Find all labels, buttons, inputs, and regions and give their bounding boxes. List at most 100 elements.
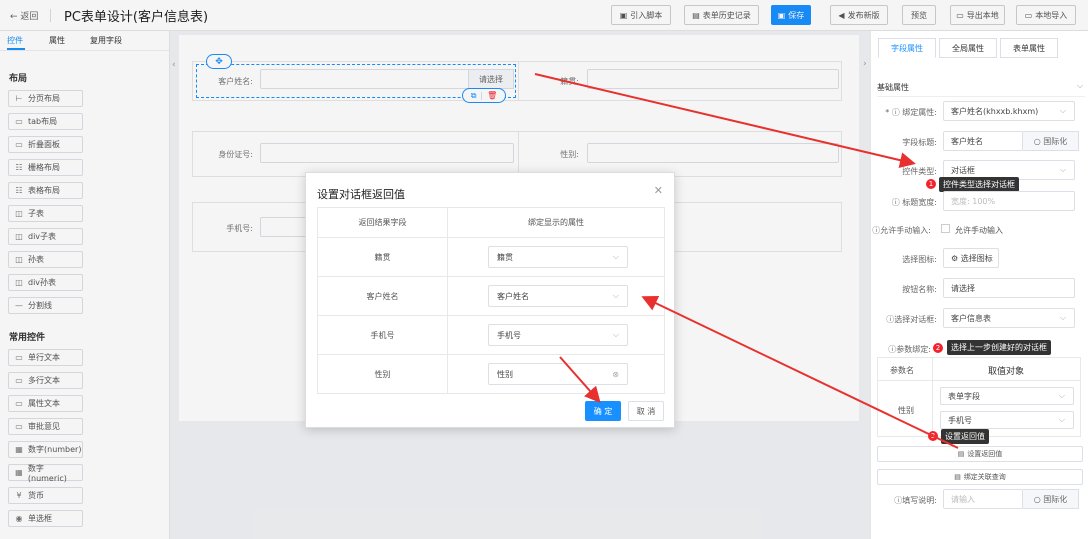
- select-button[interactable]: 请选择: [468, 69, 514, 89]
- clear-icon[interactable]: ⊗: [612, 370, 619, 379]
- layout-item-div-grandchild[interactable]: ◫ div孙表: [8, 274, 83, 291]
- divider-icon: —: [15, 301, 23, 310]
- layout-item-divider[interactable]: — 分割线: [8, 297, 83, 314]
- allow-input-label: ⓘ允许手动输入:: [872, 226, 931, 235]
- top-bar: ← 返回 PC表单设计(客户信息表) ▣ 引入脚本 ▤ 表单历史记录 ▣ 保存 ◀ 发布…: [0, 0, 1088, 31]
- gender-input[interactable]: [587, 143, 839, 163]
- select-icon-button[interactable]: ⚙ 选择图标: [943, 248, 999, 268]
- fill-desc-input[interactable]: 请输入: [943, 489, 1023, 509]
- publish-button[interactable]: ◀ 发布新版: [830, 5, 888, 25]
- bind-select[interactable]: 性别 ⊗: [488, 363, 628, 385]
- layout-item-div-subtable[interactable]: ◫ div子表: [8, 228, 83, 245]
- i18n-button[interactable]: ○ 国际化: [1023, 131, 1079, 151]
- export-button[interactable]: ▭ 导出本地: [950, 5, 1005, 25]
- step-badge: 1: [926, 179, 936, 189]
- layout-item-tab[interactable]: ▭ tab布局: [8, 113, 83, 130]
- layout-item-grandchild[interactable]: ◫ 孙表: [8, 251, 83, 268]
- save-button[interactable]: ▣ 保存: [771, 5, 811, 25]
- layout-item-collapse[interactable]: ▭ 折叠面板: [8, 136, 83, 153]
- confirm-button[interactable]: 确 定: [585, 401, 621, 421]
- collapse-left-icon[interactable]: ‹: [172, 60, 176, 70]
- folder-icon: ▭: [956, 10, 964, 20]
- bind-query-button[interactable]: ▤ 绑定关联查询: [877, 469, 1083, 485]
- active-tab-indicator: [7, 48, 25, 50]
- field-toolbar: ⧉ | 🗑: [462, 88, 506, 103]
- table-row: 手机号 手机号 ⌵: [317, 315, 665, 355]
- param-source-select[interactable]: 表单字段 ⌵: [940, 387, 1074, 405]
- list-icon: ▤: [954, 473, 961, 481]
- bind-attr-select[interactable]: 客户姓名(khxxb.khxm) ⌵: [943, 101, 1075, 121]
- chevron-down-icon: ⌵: [612, 252, 619, 261]
- field-title-label: 字段标题:: [902, 138, 937, 147]
- cancel-button[interactable]: 取 消: [628, 401, 664, 421]
- tab-properties[interactable]: 属性: [49, 35, 65, 46]
- close-icon[interactable]: ✕: [654, 184, 663, 197]
- control-attr-text[interactable]: ▭ 属性文本: [8, 395, 83, 412]
- control-currency[interactable]: ¥ 货币: [8, 487, 83, 504]
- annotation-tooltip: 选择上一步创建好的对话框: [947, 340, 1051, 355]
- bind-select[interactable]: 手机号 ⌵: [488, 324, 628, 346]
- control-multi-text[interactable]: ▭ 多行文本: [8, 372, 83, 389]
- column-header: 参数名: [890, 366, 914, 375]
- i18n-button[interactable]: ○ 国际化: [1023, 489, 1079, 509]
- radio-icon: ◉: [15, 514, 23, 523]
- collapse-right-icon[interactable]: ›: [863, 59, 867, 69]
- subtable-icon: ◫: [15, 278, 23, 287]
- field-label: 身份证号:: [218, 150, 253, 159]
- layout-section-title: 布局: [9, 74, 28, 84]
- button-name-input[interactable]: 请选择: [943, 278, 1075, 298]
- return-value-dialog: 设置对话框返回值 ✕ 返回结果字段 绑定显示的属性 籍贯 籍贯 ⌵ 客户姓名 客户…: [305, 172, 675, 428]
- result-field: 性别: [317, 354, 448, 394]
- result-field: 手机号: [317, 315, 448, 355]
- layout-item-grid[interactable]: ☷ 栅格布局: [8, 159, 83, 176]
- fill-desc-label: ⓘ填写说明:: [894, 496, 937, 505]
- layout-item-pages[interactable]: ⊢ 分页布局: [8, 90, 83, 107]
- set-return-value-button[interactable]: ▤ 设置返回值: [877, 446, 1083, 462]
- title-width-input[interactable]: 宽度: 100%: [943, 191, 1075, 211]
- import-script-button[interactable]: ▣ 引入脚本: [611, 5, 671, 25]
- script-icon: ▣: [619, 10, 628, 20]
- import-local-button[interactable]: ▭ 本地导入: [1016, 5, 1076, 25]
- tab-field-props[interactable]: 字段属性: [878, 38, 936, 58]
- control-radio[interactable]: ◉ 单选框: [8, 510, 83, 527]
- customer-name-input[interactable]: [260, 69, 470, 89]
- field-label: 籍贯:: [560, 77, 579, 86]
- bind-select[interactable]: 客户姓名 ⌵: [488, 285, 628, 307]
- field-label: 手机号:: [226, 224, 253, 233]
- chevron-down-icon: ⌵: [612, 330, 619, 339]
- delete-icon[interactable]: 🗑: [487, 91, 497, 100]
- chevron-down-icon: ⌵: [1059, 165, 1066, 174]
- field-title-input[interactable]: 客户姓名: [943, 131, 1023, 151]
- chevron-down-icon: ⌵: [612, 291, 619, 300]
- param-bind-label: ⓘ参数绑定:: [888, 345, 931, 354]
- param-field-select[interactable]: 手机号 ⌵: [940, 411, 1074, 429]
- table-row: 性别 性别 ⊗: [317, 354, 665, 394]
- back-link[interactable]: ← 返回: [10, 9, 38, 22]
- control-single-text[interactable]: ▭ 单行文本: [8, 349, 83, 366]
- tab-reuse-fields[interactable]: 复用字段: [90, 35, 122, 46]
- layout-item-subtable[interactable]: ◫ 子表: [8, 205, 83, 222]
- layout-item-table[interactable]: ☷ 表格布局: [8, 182, 83, 199]
- allow-input-checkbox[interactable]: [941, 224, 950, 233]
- chevron-down-icon[interactable]: ⌵: [1077, 81, 1083, 91]
- control-number[interactable]: ▦ 数字(number): [8, 441, 83, 458]
- tab-controls[interactable]: 控件: [7, 35, 23, 46]
- history-button[interactable]: ▤ 表单历史记录: [684, 5, 759, 25]
- control-numeric[interactable]: ▦ 数字(numeric): [8, 464, 83, 483]
- native-place-input[interactable]: [587, 69, 839, 89]
- comment-icon: ▭: [15, 422, 23, 431]
- cell-divider: [518, 62, 519, 100]
- select-icon-label: 选择图标:: [902, 255, 937, 264]
- tab-form-props[interactable]: 表单属性: [1000, 38, 1058, 58]
- bind-select[interactable]: 籍贯 ⌵: [488, 246, 628, 268]
- tab-global-props[interactable]: 全局属性: [939, 38, 997, 58]
- move-icon[interactable]: ✥: [206, 54, 232, 69]
- textarea-icon: ▭: [15, 376, 23, 385]
- preview-button[interactable]: 预览: [902, 5, 936, 25]
- control-approval[interactable]: ▭ 审批意见: [8, 418, 83, 435]
- common-section-title: 常用控件: [9, 333, 46, 343]
- right-panel: › 字段属性 全局属性 表单属性 基础属性 ⌵ * ⓘ 绑定属性: 客户姓名(k…: [863, 31, 1088, 539]
- id-card-input[interactable]: [260, 143, 514, 163]
- copy-icon[interactable]: ⧉: [471, 91, 477, 101]
- select-dialog-select[interactable]: 客户信息表 ⌵: [943, 308, 1075, 328]
